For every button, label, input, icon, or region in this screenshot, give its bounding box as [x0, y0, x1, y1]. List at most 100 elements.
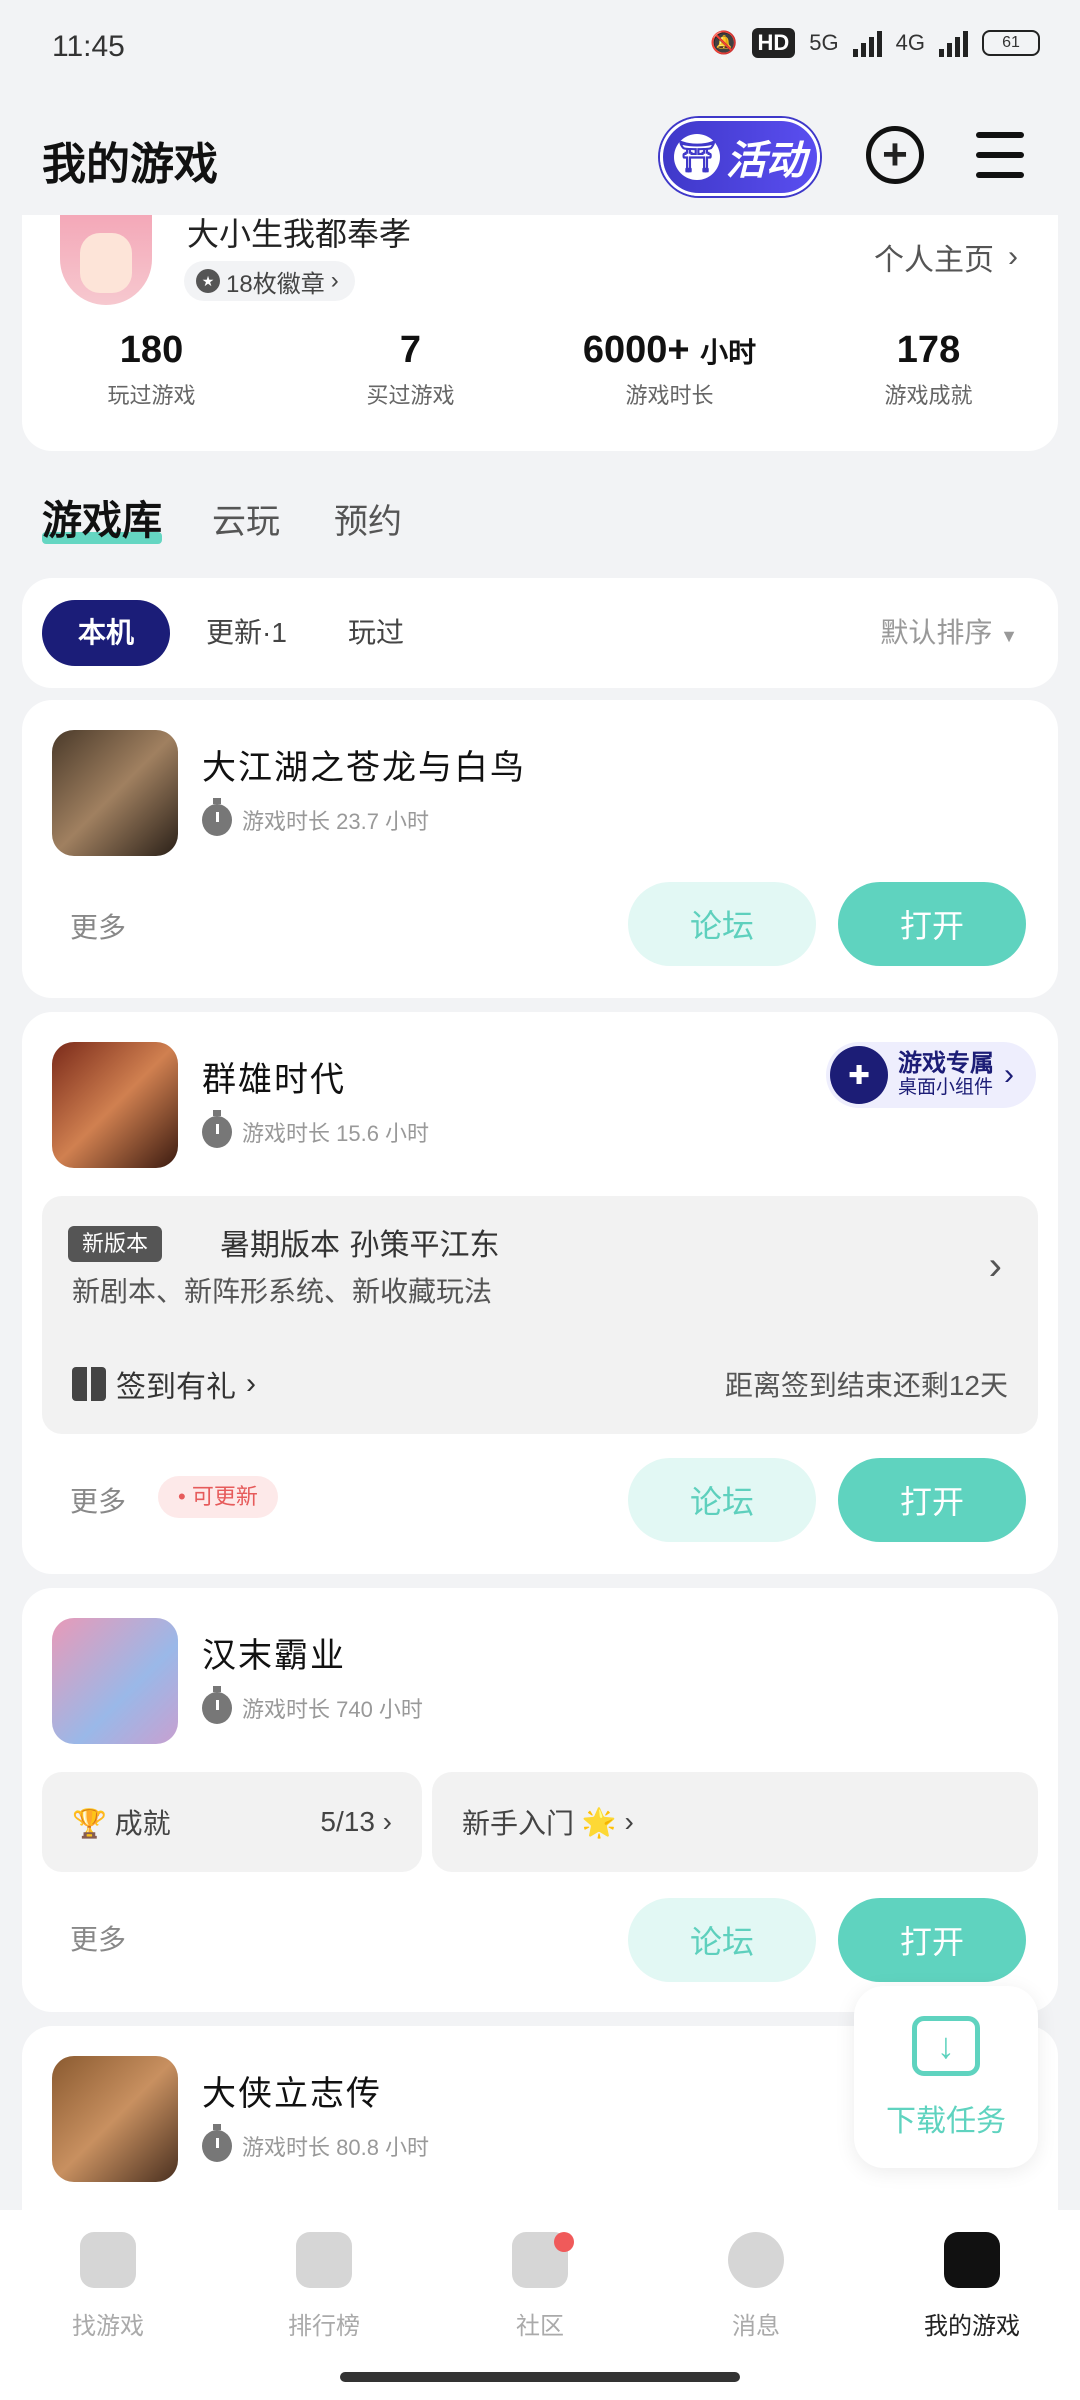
profile-card: 大小生我都奉孝 ★ 18枚徽章 › 个人主页 › 180 玩过游戏 7 买过游戏… [22, 215, 1058, 451]
stats-row: 180 玩过游戏 7 买过游戏 6000+ 小时 游戏时长 178 游戏成就 [22, 329, 1058, 410]
stat-value: 7 [399, 329, 422, 371]
play-time: 游戏时长 15.6 小时 [202, 1110, 430, 1148]
badge-button[interactable]: ★ 18枚徽章 › [184, 261, 355, 301]
open-button[interactable]: 打开 [838, 1458, 1026, 1542]
nav-my-games[interactable]: 我的游戏 [864, 2232, 1080, 2341]
achievement-label: 成就 [114, 1808, 171, 1839]
game-icon[interactable] [52, 1042, 178, 1168]
update-badge[interactable]: • 可更新 [158, 1476, 278, 1518]
checkin-link[interactable]: 签到有礼 › [72, 1362, 256, 1406]
menu-button[interactable] [976, 132, 1024, 178]
stat-value: 180 [119, 329, 184, 371]
forum-button[interactable]: 论坛 [628, 1458, 816, 1542]
stat-achievements[interactable]: 178 游戏成就 [799, 329, 1058, 410]
stat-bought[interactable]: 7 买过游戏 [281, 329, 540, 410]
nav-community[interactable]: 社区 [432, 2232, 648, 2341]
nav-ranking[interactable]: 排行榜 [216, 2232, 432, 2341]
game-icon[interactable] [52, 730, 178, 856]
chevron-right-icon: › [1008, 240, 1018, 273]
status-time: 11:45 [52, 30, 125, 63]
add-button[interactable]: + [866, 126, 924, 184]
achievement-progress: 5/13 [320, 1806, 375, 1837]
game-name[interactable]: 大侠立志传 [202, 2066, 382, 2115]
chevron-right-icon: › [330, 267, 339, 294]
download-label: 下载任务 [886, 2105, 1006, 2138]
play-time: 游戏时长 23.7 小时 [202, 798, 430, 836]
game-name[interactable]: 大江湖之苍龙与白鸟 [202, 740, 526, 789]
notification-dot [554, 2232, 574, 2252]
activity-button[interactable]: ⛩ 活动 [660, 118, 820, 196]
tab-cloud[interactable]: 云玩 [212, 494, 280, 543]
game-name[interactable]: 群雄时代 [202, 1052, 346, 1101]
signal-icon [852, 29, 882, 57]
tab-reserve[interactable]: 预约 [334, 494, 402, 543]
chevron-right-icon: › [988, 1244, 1002, 1288]
trophy-icon: 🏆 [72, 1808, 107, 1839]
message-icon [728, 2232, 784, 2288]
game-card: 大江湖之苍龙与白鸟 游戏时长 23.7 小时 更多 论坛 打开 [22, 700, 1058, 998]
forum-button[interactable]: 论坛 [628, 1898, 816, 1982]
caret-down-icon: ▼ [1000, 626, 1018, 646]
timer-icon [202, 1110, 232, 1148]
nav-messages[interactable]: 消息 [648, 2232, 864, 2341]
forum-button[interactable]: 论坛 [628, 882, 816, 966]
filter-updates[interactable]: 更新·1 [206, 600, 287, 666]
home-indicator[interactable] [340, 2372, 740, 2382]
ranking-icon [296, 2232, 352, 2288]
news-description: 新剧本、新阵形系统、新收藏玩法 [72, 1275, 493, 1308]
game-card: 群雄时代 游戏时长 15.6 小时 ✚ 游戏专属 桌面小组件 › 新版本 暑期版本… [22, 1012, 1058, 1574]
activity-icon: ⛩ [674, 134, 720, 180]
homepage-link[interactable]: 个人主页 › [874, 235, 1018, 279]
update-label: 可更新 [191, 1484, 258, 1509]
play-time-label: 游戏时长 15.6 小时 [242, 1121, 430, 1146]
game-card: 汉末霸业 游戏时长 740 小时 🏆 成就 5/13 › 新手入门 🌟 › 更多… [22, 1588, 1058, 2012]
stat-label: 玩过游戏 [107, 383, 196, 408]
open-button[interactable]: 打开 [838, 882, 1026, 966]
play-time-label: 游戏时长 23.7 小时 [242, 809, 430, 834]
achievement-link[interactable]: 🏆 成就 5/13 › [42, 1772, 422, 1872]
checkin-countdown: 距离签到结束还剩12天 [724, 1370, 1008, 1401]
filter-local[interactable]: 本机 [42, 600, 170, 666]
stat-playtime[interactable]: 6000+ 小时 游戏时长 [540, 329, 799, 410]
more-button[interactable]: 更多 [70, 906, 126, 946]
guide-link[interactable]: 新手入门 🌟 › [432, 1772, 1038, 1872]
widget-promo[interactable]: ✚ 游戏专属 桌面小组件 › [826, 1042, 1036, 1108]
guide-label: 新手入门 [462, 1808, 575, 1839]
filter-bar: 本机 更新·1 玩过 默认排序 ▼ [22, 578, 1058, 688]
medal-icon: ★ [196, 269, 220, 293]
open-button[interactable]: 打开 [838, 1898, 1026, 1982]
mute-icon: 🔕 [710, 30, 738, 55]
filter-played[interactable]: 玩过 [348, 600, 404, 666]
stat-played[interactable]: 180 玩过游戏 [22, 329, 281, 410]
tab-library[interactable]: 游戏库 [42, 488, 162, 546]
new-version-tag: 新版本 [68, 1226, 163, 1262]
widget-title: 游戏专属 [898, 1050, 994, 1077]
sort-dropdown[interactable]: 默认排序 ▼ [880, 600, 1018, 669]
game-name[interactable]: 汉末霸业 [202, 1628, 346, 1677]
download-icon: ↓ [912, 2016, 980, 2076]
avatar[interactable] [60, 215, 152, 305]
chevron-right-icon: › [1004, 1058, 1014, 1091]
nav-find-games[interactable]: 找游戏 [0, 2232, 216, 2341]
news-panel[interactable]: 新版本 暑期版本 孙策平江东 新剧本、新阵形系统、新收藏玩法 › 签到有礼 › 距… [42, 1196, 1038, 1434]
sort-label: 默认排序 [880, 617, 993, 648]
page-title: 我的游戏 [42, 140, 218, 189]
stat-label: 游戏成就 [884, 383, 973, 408]
battery-icon: 61 [982, 30, 1040, 56]
play-time-label: 游戏时长 80.8 小时 [242, 2135, 430, 2160]
nav-label: 消息 [732, 2313, 780, 2340]
download-tasks-button[interactable]: ↓ 下载任务 [854, 1986, 1038, 2168]
homepage-label: 个人主页 [874, 244, 994, 277]
game-icon[interactable] [52, 1618, 178, 1744]
app-header: 我的游戏 ⛩ 活动 + [0, 100, 1080, 215]
widget-subtitle: 桌面小组件 [898, 1077, 994, 1098]
hd-icon: HD [751, 28, 796, 58]
more-button[interactable]: 更多 [70, 1918, 126, 1958]
chevron-right-icon: › [246, 1367, 256, 1400]
game-icon[interactable] [52, 2056, 178, 2182]
find-game-icon [80, 2232, 136, 2288]
status-bar: 11:45 🔕 HD 5G 4G 61 [0, 0, 1080, 100]
my-games-icon [944, 2232, 1000, 2288]
more-button[interactable]: 更多 [70, 1480, 126, 1520]
chevron-right-icon: › [624, 1806, 634, 1837]
